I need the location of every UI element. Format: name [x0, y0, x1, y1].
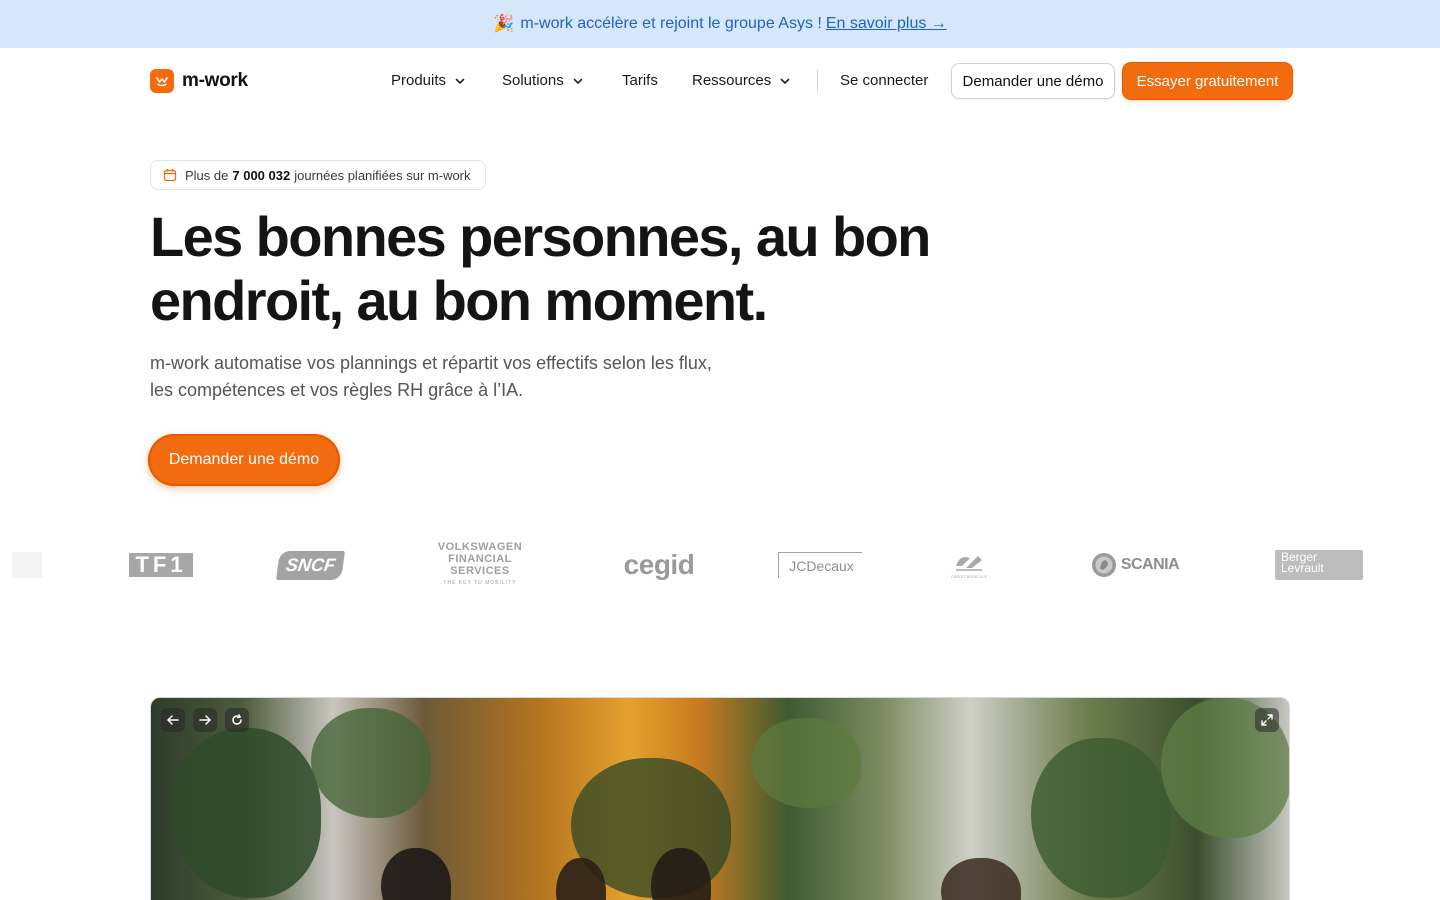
faded-logo	[12, 552, 42, 578]
cegid-text: cegid	[623, 549, 695, 580]
chevron-down-icon	[455, 78, 465, 84]
subtext-line-2: les compétences et vos règles RH grâce à…	[150, 380, 524, 400]
hero-headline: Les bonnes personnes, au bon endroit, au…	[150, 205, 931, 332]
login-link[interactable]: Se connecter	[840, 72, 928, 89]
sncf-text: SNCF	[275, 550, 345, 580]
nav-label: Produits	[391, 72, 447, 89]
expand-button[interactable]	[1255, 708, 1279, 732]
tf1-text: TF1	[129, 553, 193, 577]
brand-logo[interactable]: m-work	[150, 69, 248, 93]
arrow-right-icon	[199, 715, 211, 725]
learn-more-link[interactable]: En savoir plus →	[826, 15, 947, 33]
jcdecaux-text: JCDecaux	[778, 552, 862, 578]
cegid-logo: cegid	[622, 540, 696, 590]
vw-fs-logo: VOLKSWAGEN FINANCIAL SERVICES THE KEY TO…	[420, 540, 540, 590]
announcement-bar: 🎉 m-work accélère et rejoint le groupe A…	[0, 0, 1440, 48]
stat-prefix: Plus de	[185, 167, 229, 183]
announcement-text: m-work accélère et rejoint le groupe Asy…	[520, 15, 822, 32]
foliage-shape	[1031, 738, 1171, 898]
nav-label: Tarifs	[622, 72, 658, 89]
chevron-down-icon	[573, 78, 583, 84]
free-trial-button[interactable]: Essayer gratuitement	[1123, 63, 1292, 99]
stat-badge: Plus de 7 000 032 journées planifiées su…	[150, 160, 486, 190]
person-silhouette	[381, 848, 451, 900]
nav-label: Solutions	[502, 72, 564, 89]
hero-subtext: m-work automatise vos plannings et répar…	[150, 350, 770, 404]
reload-button[interactable]	[225, 708, 249, 732]
vw-line-3: THE KEY TO MOBILITY	[443, 580, 517, 586]
vw-line-1: VOLKSWAGEN	[437, 541, 523, 553]
nav-produits[interactable]: Produits	[391, 72, 466, 89]
reload-icon	[232, 714, 242, 725]
sncf-logo: SNCF	[275, 540, 345, 590]
credit-agricole-logo: CRÉDIT AGRICOLE	[940, 540, 998, 590]
stat-suffix: journées planifiées sur m-work	[294, 167, 471, 183]
nav-tarifs[interactable]: Tarifs	[622, 72, 658, 89]
scania-griffin-icon	[1091, 553, 1116, 577]
credit-agricole-text: CRÉDIT AGRICOLE	[950, 573, 988, 579]
credit-agricole-mark-icon	[956, 555, 982, 571]
back-button[interactable]	[161, 708, 185, 732]
berger-levrault-box: Berger Levrault	[1275, 550, 1363, 580]
arrow-left-icon	[167, 715, 179, 725]
party-popper-icon: 🎉	[493, 14, 515, 33]
foliage-shape	[171, 728, 321, 898]
hero-demo-button[interactable]: Demander une démo	[148, 434, 340, 486]
vw-line-2: FINANCIAL SERVICES	[448, 553, 512, 577]
expand-icon	[1261, 714, 1273, 726]
berger-levrault-logo: Berger Levrault	[1274, 540, 1364, 590]
media-controls	[161, 708, 249, 732]
nav-ressources[interactable]: Ressources	[692, 72, 791, 89]
nav-divider	[817, 69, 818, 93]
m-work-logo-icon	[150, 69, 174, 93]
forward-button[interactable]	[193, 708, 217, 732]
berger-line-2: Levrault	[1281, 561, 1324, 575]
person-silhouette	[941, 858, 1021, 900]
nav-solutions[interactable]: Solutions	[502, 72, 584, 89]
chevron-down-icon	[780, 78, 790, 84]
foliage-shape	[751, 718, 861, 808]
hero-media-frame[interactable]	[150, 697, 1290, 900]
subtext-line-1: m-work automatise vos plannings et répar…	[150, 353, 712, 373]
client-logos: TF1 SNCF VOLKSWAGEN FINANCIAL SERVICES T…	[0, 540, 1440, 590]
jcdecaux-logo: JCDecaux	[778, 540, 862, 590]
tf1-logo: TF1	[129, 540, 193, 590]
scania-text: SCANIA	[1120, 556, 1180, 573]
foliage-shape	[311, 708, 431, 818]
logo-text: m-work	[182, 70, 248, 91]
header-demo-button[interactable]: Demander une démo	[951, 63, 1115, 99]
stat-value: 7 000 032	[232, 167, 291, 183]
calendar-icon	[163, 169, 177, 182]
scania-logo: SCANIA	[1085, 540, 1185, 590]
nav-label: Ressources	[692, 72, 772, 89]
